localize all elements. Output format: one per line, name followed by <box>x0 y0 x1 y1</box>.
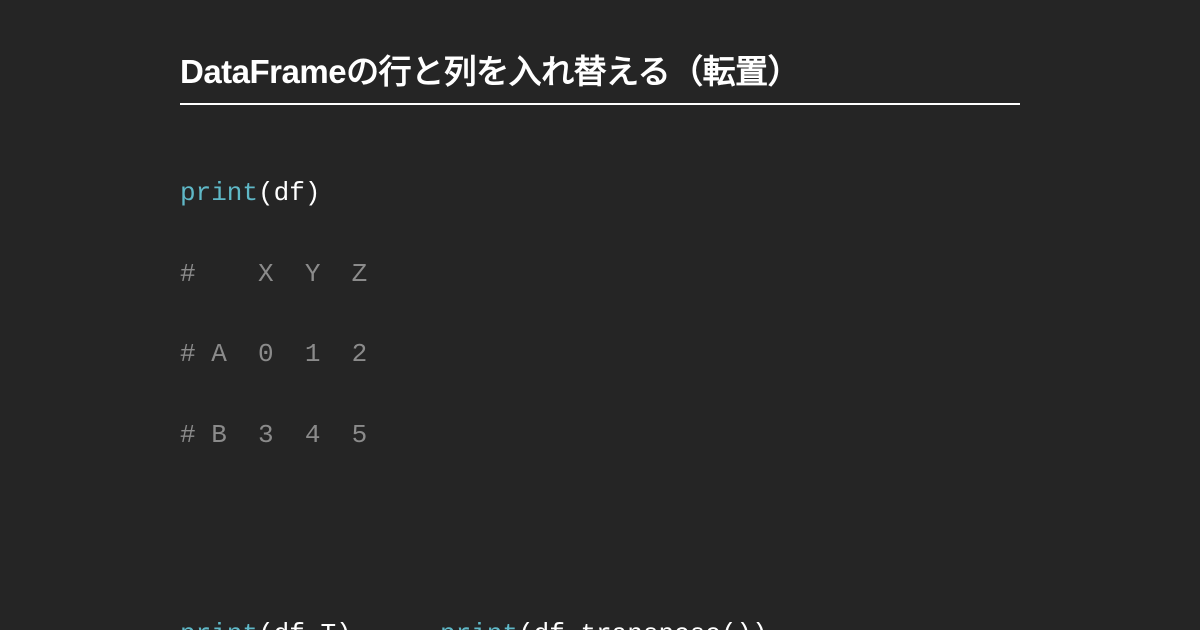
arg-pre: df <box>534 619 565 630</box>
two-column-row: print(df.T) # A B # X 0 3 # Y 1 4 # Z 2 … <box>180 574 1020 630</box>
arg: df <box>274 178 305 208</box>
output-line: # X Y Z <box>180 254 1020 294</box>
dot-operator: . <box>305 619 321 630</box>
close-paren: ) <box>752 619 768 630</box>
blank-line <box>180 496 1020 534</box>
fn-name: print <box>180 619 258 630</box>
code-line-call-2: print(df.T) <box>180 614 440 630</box>
left-column: print(df.T) # A B # X 0 3 # Y 1 4 # Z 2 … <box>180 574 440 630</box>
output-line: # B 3 4 5 <box>180 415 1020 455</box>
output-line: # A 0 1 2 <box>180 334 1020 374</box>
open-paren: ( <box>518 619 534 630</box>
code-line-call-3: print(df.transpose()) <box>440 614 1020 630</box>
close-paren: ) <box>305 178 321 208</box>
close-paren: ) <box>336 619 352 630</box>
dot-operator: . <box>565 619 581 630</box>
code-area: print(df) # X Y Z # A 0 1 2 # B 3 4 5 pr… <box>180 133 1020 630</box>
fn-name: print <box>440 619 518 630</box>
arg-pre: df <box>274 619 305 630</box>
code-line-call-1: print(df) <box>180 173 1020 213</box>
open-paren: ( <box>258 619 274 630</box>
arg-post: transpose() <box>580 619 752 630</box>
page-title: DataFrameの行と列を入れ替える（転置） <box>180 45 1020 105</box>
fn-name: print <box>180 178 258 208</box>
open-paren: ( <box>258 178 274 208</box>
arg-post: T <box>320 619 336 630</box>
right-column: print(df.transpose()) # A B # X 0 3 # Y … <box>440 574 1020 630</box>
